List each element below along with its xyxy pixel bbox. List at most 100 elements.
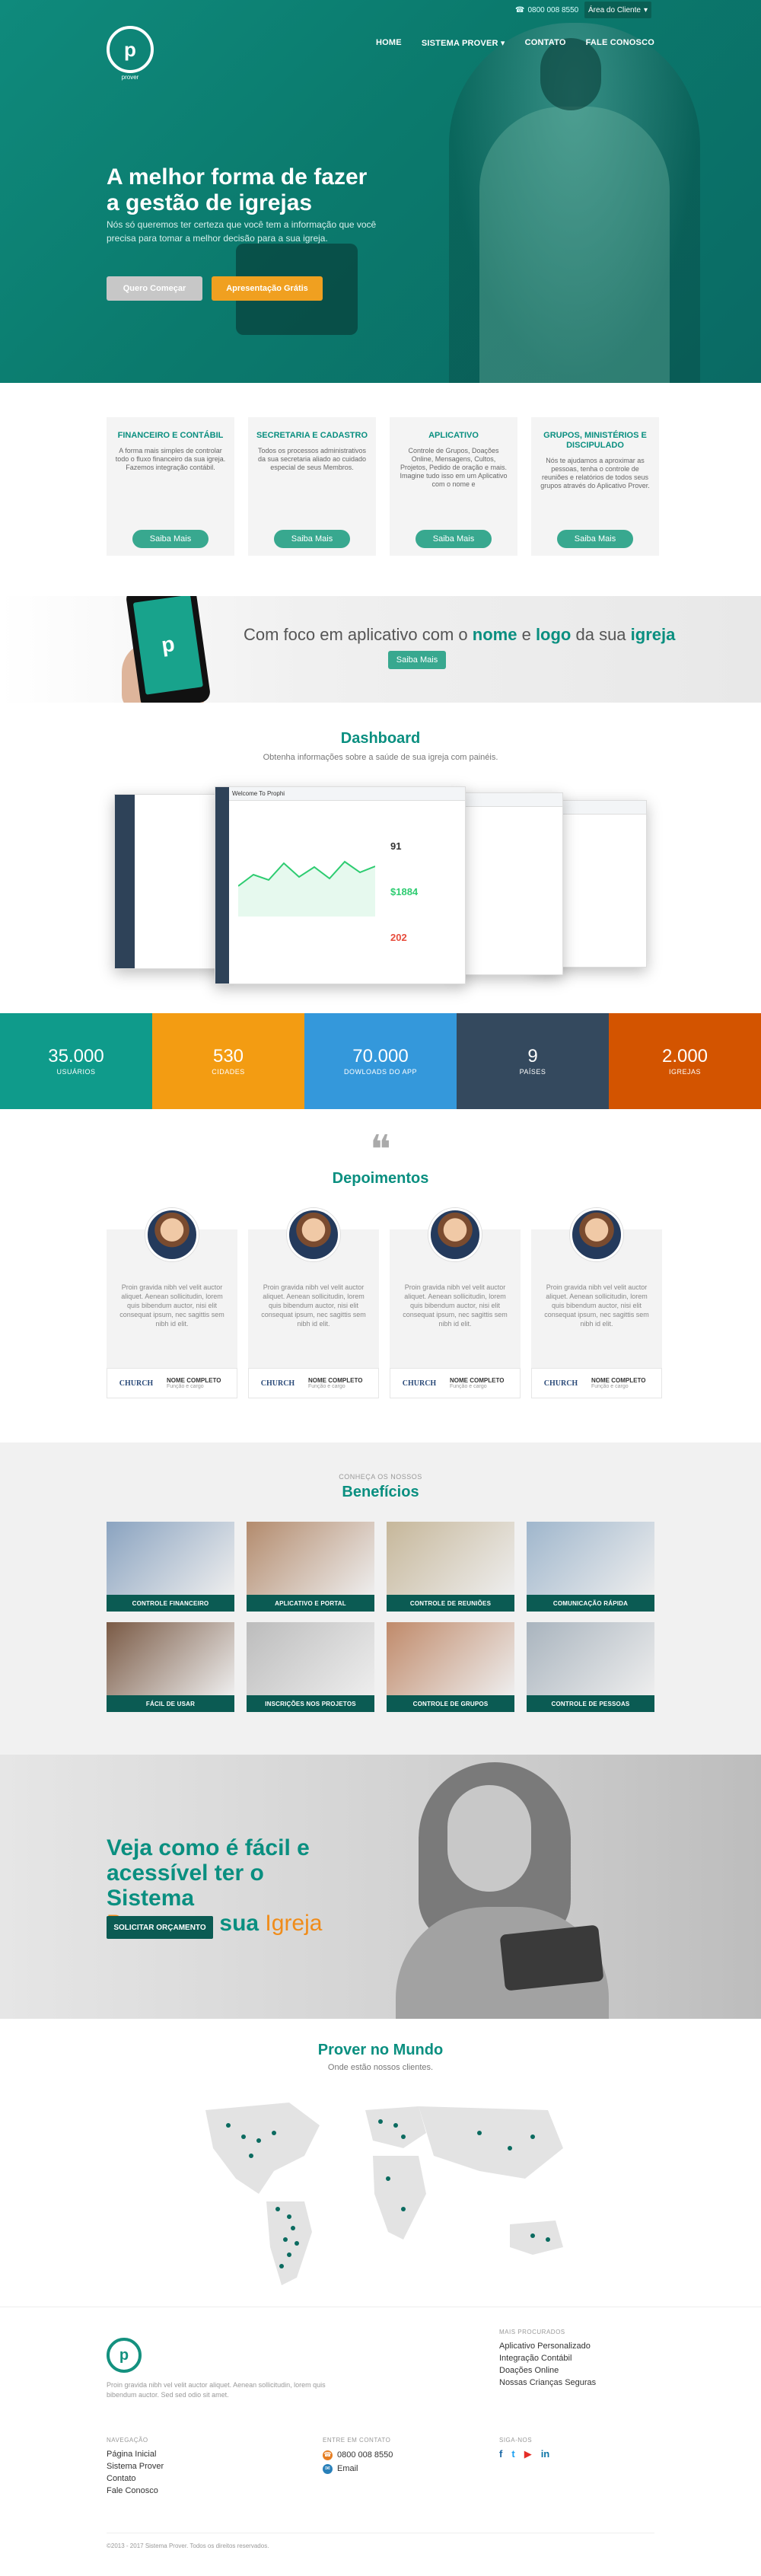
facebook-icon[interactable]: f	[499, 2448, 502, 2460]
benefits-section: CONHEÇA OS NOSSOS Benefícios CONTROLE FI…	[0, 1443, 761, 1755]
testimonials-section: ❝ Depoimentos Proin gravida nibh vel vel…	[0, 1109, 761, 1443]
learn-more-button[interactable]: Saiba Mais	[416, 530, 492, 548]
benefit-image	[387, 1622, 514, 1695]
testimonial-card: Proin gravida nibh vel velit auctor aliq…	[390, 1208, 521, 1398]
app-banner: p Com foco em aplicativo com o nome e lo…	[0, 596, 761, 703]
footer-link[interactable]: Página Inicial	[107, 2448, 164, 2460]
linkedin-icon[interactable]: in	[541, 2448, 550, 2460]
dashboard-screen-main: Welcome To Prophi 91 $1884 202	[215, 786, 466, 984]
kpi-value: 91	[390, 840, 402, 852]
benefit-tile[interactable]: COMUNICAÇÃO RÁPIDA	[527, 1522, 654, 1612]
main-nav: HOME SISTEMA PROVER ▾ CONTATO FALE CONOS…	[376, 38, 654, 48]
footer-contact-column: ENTRE EM CONTATO ☎ 0800 008 8550 ✉ Email	[323, 2437, 393, 2476]
hero-subtitle: Nós só queremos ter certeza que você tem…	[107, 219, 377, 244]
learn-more-button[interactable]: Saiba Mais	[274, 530, 350, 548]
avatar	[570, 1208, 623, 1261]
stat-churches: 2.000 IGREJAS	[609, 1013, 761, 1109]
app-banner-text: Com foco em aplicativo com o nome e logo…	[244, 625, 676, 644]
logo[interactable]: p prover	[107, 26, 154, 81]
feature-card-secretaria: SECRETARIA E CADASTRO Todos os processos …	[248, 417, 376, 556]
stats-bar: 35.000 USUÁRIOS 530 CIDADES 70.000 DOWLOADS…	[0, 1013, 761, 1109]
church-logo: CHURCH	[402, 1379, 437, 1388]
benefit-tile[interactable]: CONTROLE DE GRUPOS	[387, 1622, 514, 1712]
benefit-tile[interactable]: CONTROLE DE PESSOAS	[527, 1622, 654, 1712]
stat-users: 35.000 USUÁRIOS	[0, 1013, 152, 1109]
benefit-tile[interactable]: CONTROLE DE REUNIÕES	[387, 1522, 514, 1612]
dashboard-screen-left	[114, 794, 228, 969]
avatar	[287, 1208, 340, 1261]
footer-social-column: SIGA-NOS f t ▶ in	[499, 2437, 550, 2460]
chevron-down-icon: ▾	[500, 39, 505, 48]
stat-downloads: 70.000 DOWLOADS DO APP	[304, 1013, 457, 1109]
feature-card-financeiro: FINANCEIRO E CONTÁBIL A forma mais simple…	[107, 417, 234, 556]
church-logo: CHURCH	[260, 1379, 295, 1388]
testimonial-card: Proin gravida nibh vel velit auctor aliq…	[248, 1208, 379, 1398]
learn-more-button[interactable]: Saiba Mais	[132, 530, 209, 548]
benefit-image	[107, 1622, 234, 1695]
church-logo: CHURCH	[119, 1379, 154, 1388]
benefit-image	[247, 1522, 374, 1595]
footer-link[interactable]: Aplicativo Personalizado	[499, 2340, 596, 2352]
chevron-down-icon: ▾	[643, 5, 648, 14]
benefit-tile[interactable]: CONTROLE FINANCEIRO	[107, 1522, 234, 1612]
benefit-image	[527, 1522, 654, 1595]
cta-section: Veja como é fácil e acessível ter o Siste…	[0, 1755, 761, 2019]
dashboard-line-chart	[238, 860, 375, 917]
footer: p Proin gravida nibh vel velit auctor al…	[0, 2307, 761, 2558]
benefit-tile[interactable]: APLICATIVO E PORTAL	[247, 1522, 374, 1612]
footer-link[interactable]: Contato	[107, 2472, 164, 2485]
avatar	[145, 1208, 199, 1261]
kpi-value: 202	[390, 932, 407, 943]
dashboard-section: Dashboard Obtenha informações sobre a sa…	[0, 703, 761, 1013]
footer-link[interactable]: Doações Online	[499, 2364, 596, 2377]
benefit-tile[interactable]: FÁCIL DE USAR	[107, 1622, 234, 1712]
woman-with-tablet-image	[388, 1755, 639, 2019]
stat-countries: 9 PAÍSES	[457, 1013, 609, 1109]
copyright: ©2013 - 2017 Sistema Prover. Todos os di…	[107, 2533, 654, 2549]
footer-nav-column: NAVEGAÇÃO Página Inicial Sistema Prover …	[107, 2437, 164, 2497]
footer-logo[interactable]: p	[107, 2338, 142, 2373]
world-subtitle: Onde estão nossos clientes.	[327, 2063, 434, 2072]
free-demo-button[interactable]: Apresentação Grátis	[212, 276, 323, 301]
youtube-icon[interactable]: ▶	[524, 2448, 532, 2460]
testimonials-title: Depoimentos	[332, 1170, 429, 1187]
footer-email[interactable]: ✉ Email	[323, 2462, 393, 2476]
hero-title: A melhor forma de fazer a gestão de igrej…	[107, 164, 368, 215]
most-searched-column: MAIS PROCURADOS Aplicativo Personalizado…	[499, 2329, 597, 2389]
nav-sistema-prover[interactable]: SISTEMA PROVER ▾	[422, 38, 505, 48]
email-icon: ✉	[323, 2463, 333, 2474]
benefits-pretitle: CONHEÇA OS NOSSOS	[339, 1473, 422, 1481]
features-section: FINANCEIRO E CONTÁBIL A forma mais simple…	[0, 383, 761, 596]
nav-home[interactable]: HOME	[376, 38, 402, 48]
church-logo: CHURCH	[543, 1379, 578, 1388]
feature-card-aplicativo: APLICATIVO Controle de Grupos, Doações On…	[390, 417, 517, 556]
nav-contato[interactable]: CONTATO	[525, 38, 566, 48]
footer-phone[interactable]: ☎ 0800 008 8550	[323, 2448, 393, 2462]
testimonial-card: Proin gravida nibh vel velit auctor aliq…	[531, 1208, 662, 1398]
avatar	[428, 1208, 482, 1261]
footer-link[interactable]: Sistema Prover	[107, 2460, 164, 2472]
benefit-image	[387, 1522, 514, 1595]
request-quote-button[interactable]: SOLICITAR ORÇAMENTO	[107, 1916, 213, 1939]
footer-link[interactable]: Integração Contábil	[499, 2352, 596, 2364]
phone-icon: ☎	[323, 2450, 333, 2460]
header-phone[interactable]: ☎ 0800 008 8550	[515, 6, 578, 14]
learn-more-button[interactable]: Saiba Mais	[557, 530, 633, 548]
benefit-image	[107, 1522, 234, 1595]
dashboard-screen-mid-right	[457, 792, 563, 975]
benefit-tile[interactable]: INSCRIÇÕES NOS PROJETOS	[247, 1622, 374, 1712]
nav-fale-conosco[interactable]: FALE CONOSCO	[586, 38, 654, 48]
testimonial-card: Proin gravida nibh vel velit auctor aliq…	[107, 1208, 237, 1398]
kpi-value: $1884	[390, 886, 419, 897]
twitter-icon[interactable]: t	[511, 2448, 514, 2460]
benefit-image	[527, 1622, 654, 1695]
footer-link[interactable]: Nossas Crianças Seguras	[499, 2377, 596, 2389]
dashboard-title: Dashboard	[340, 730, 421, 747]
world-title: Prover no Mundo	[317, 2042, 444, 2058]
footer-link[interactable]: Fale Conosco	[107, 2485, 164, 2497]
dashboard-subtitle: Obtenha informações sobre a saúde de sua…	[263, 753, 498, 762]
app-learn-more-button[interactable]: Saiba Mais	[388, 651, 446, 669]
start-button[interactable]: Quero Começar	[107, 276, 202, 301]
client-area-button[interactable]: Área do Cliente ▾	[584, 2, 651, 18]
stat-cities: 530 CIDADES	[152, 1013, 304, 1109]
